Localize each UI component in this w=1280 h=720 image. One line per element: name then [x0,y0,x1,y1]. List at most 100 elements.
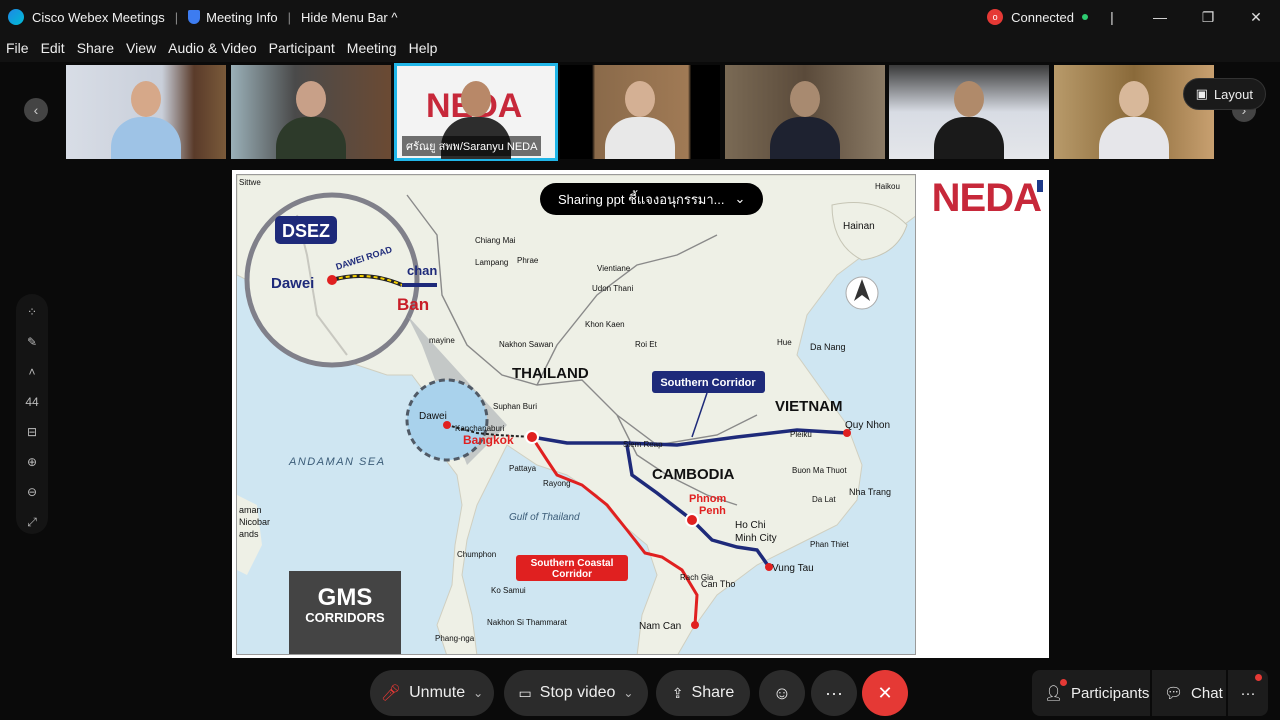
andaman-islands-label-1: aman [239,505,262,515]
sittwe-label: Sittwe [239,178,261,187]
participant-name: ศรัณยู สพพ/Saranyu NEDA [402,136,542,156]
hide-menu-bar-button[interactable]: Hide Menu Bar ^ [293,10,405,25]
reactions-button[interactable]: ☺ [759,670,805,716]
pattaya-label: Pattaya [509,464,537,473]
notification-dot-icon [1060,679,1067,686]
video-tile-active[interactable]: NEDA ศรัณยู สพพ/Saranyu NEDA [394,63,558,161]
phang-nga-label: Phang-nga [435,634,475,643]
video-strip: ‹ NEDA ศรัณยู สพพ/Saranyu NEDA › ▣ Layou… [0,62,1280,162]
siem-reap-label: Siem Reap [623,440,663,449]
nakhon-si-thammarat-label: Nakhon Si Thammarat [487,618,568,627]
stop-video-label: Stop video [539,684,616,701]
more-icon: ··· [1240,684,1256,702]
haikou-label: Haikou [875,182,900,191]
participants-label: Participants [1071,684,1150,702]
quy-nhon-label: Quy Nhon [845,420,890,431]
divider-icon: | [1110,9,1114,25]
rayong-label: Rayong [543,479,571,488]
unmute-button[interactable]: 🎤︎ Unmute ⌄ [370,670,494,716]
chiang-mai-label: Chiang Mai [475,236,516,245]
webex-window: Cisco Webex Meetings | Meeting Info | Hi… [0,0,1280,720]
khon-kaen-label: Khon Kaen [585,320,625,329]
nakhon-sawan-label: Nakhon Sawan [499,340,553,349]
southern-corridor-label: Southern Corridor [660,377,756,389]
chevron-down-icon[interactable]: ⌄ [623,686,633,700]
neda-logo-text: NEDA [931,176,1042,220]
da-lat-label: Da Lat [812,495,836,504]
gms-subtitle: CORRIDORS [305,610,385,625]
connection-status-icon: o [987,9,1004,25]
layout-button[interactable]: ▣ Layout [1182,78,1266,110]
udon-thani-label: Udon Thani [592,284,633,293]
menu-bar: File Edit Share View Audio & Video Parti… [0,34,1280,62]
menu-file[interactable]: File [0,40,35,56]
video-tile[interactable] [889,65,1049,159]
phrae-label: Phrae [517,256,539,265]
zoom-in-icon[interactable]: ⊕ [22,452,42,472]
video-tile[interactable] [725,65,885,159]
inset-chan-label: chan [407,263,437,278]
share-button[interactable]: ⇪ Share [656,670,750,716]
meeting-info-button[interactable]: Meeting Info [180,10,286,25]
dawei-label: Dawei [419,411,447,422]
connection-status[interactable]: Connected [1011,10,1074,25]
dawei-marker-icon [443,421,451,429]
menu-edit[interactable]: Edit [35,40,71,56]
southern-coastal-label-1: Southern Coastal [531,558,614,569]
minimize-icon[interactable]: — [1136,9,1184,25]
chat-button[interactable]: 💬︎ Chat [1152,670,1226,716]
strip-prev-button[interactable]: ‹ [24,98,48,122]
notification-dot-icon [1255,674,1262,681]
menu-participant[interactable]: Participant [263,40,341,56]
close-icon[interactable]: ✕ [1232,9,1280,26]
unmute-label: Unmute [409,684,466,701]
roi-et-label: Roi Et [635,340,658,349]
zoom-out-icon[interactable]: ⊖ [22,482,42,502]
dsez-label: DSEZ [282,221,330,241]
end-call-button[interactable]: ✕ [862,670,908,716]
menu-view[interactable]: View [120,40,162,56]
participant-video [934,73,1004,159]
annotate-icon[interactable]: ✎ [22,332,42,352]
andaman-islands-label-2: Nicobar [239,517,270,527]
southern-coastal-label-2: Corridor [552,569,592,580]
inset-ban-label: Ban [397,295,429,314]
sharing-dropdown[interactable]: Sharing ppt ชี้แจงอนุกรรมา... ⌄ [540,183,764,215]
grid-icon[interactable]: ⁘ [22,302,42,322]
hue-label: Hue [777,338,792,347]
mic-muted-icon: 🎤︎ [380,685,402,702]
menu-help[interactable]: Help [403,40,444,56]
participants-button[interactable]: 👤︎ Participants [1032,670,1150,716]
video-tile[interactable] [560,65,720,159]
menu-share[interactable]: Share [71,40,120,56]
more-options-button[interactable]: ··· [811,670,857,716]
menu-meeting[interactable]: Meeting [341,40,403,56]
menu-audio-video[interactable]: Audio & Video [162,40,262,56]
phan-thiet-label: Phan Thiet [810,540,849,549]
chumphon-label: Chumphon [457,550,496,559]
video-tile[interactable] [1054,65,1214,159]
penh-label: Penh [699,505,726,517]
share-label: Share [691,684,735,701]
rach-gia-label: Rach Gia [680,573,714,582]
webex-logo-icon [8,9,24,25]
fit-icon[interactable]: ⊟ [22,422,42,442]
nha-trang-label: Nha Trang [849,487,891,497]
vientiane-label: Vientiane [597,264,631,273]
more-panels-button[interactable]: ··· [1228,670,1268,716]
video-tile[interactable] [231,65,391,159]
chevron-up-icon[interactable]: ˄ [22,362,42,382]
chevron-down-icon[interactable]: ⌄ [473,686,483,700]
share-icon: ⇪ [671,684,684,701]
separator: | [287,9,292,25]
fullscreen-icon[interactable]: ⤢ [22,512,42,532]
bangkok-label: Bangkok [463,433,514,447]
restore-icon[interactable]: ❐ [1184,9,1232,26]
chat-label: Chat [1191,684,1223,702]
stop-video-button[interactable]: ▭ Stop video ⌄ [504,670,648,716]
video-tile[interactable] [66,65,226,159]
participant-video [770,73,840,159]
country-vietnam: VIETNAM [775,398,843,415]
meeting-info-label: Meeting Info [206,9,278,25]
participant-video [276,73,346,159]
